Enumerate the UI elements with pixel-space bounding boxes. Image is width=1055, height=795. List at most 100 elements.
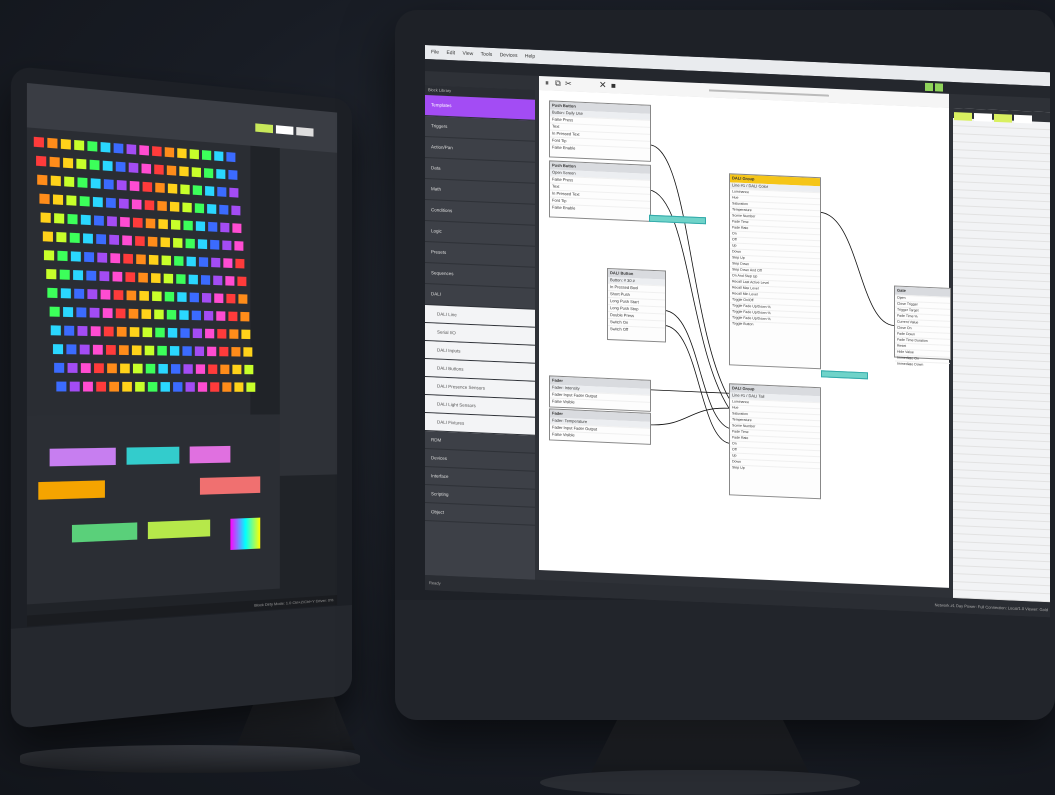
- left-properties-panel: [279, 148, 338, 476]
- node-port[interactable]: Switch Off: [608, 324, 665, 335]
- pixel-fixture: [84, 251, 95, 263]
- timeline-clip[interactable]: [147, 519, 211, 540]
- tab-editor[interactable]: [954, 112, 972, 121]
- pixel-fixture: [229, 329, 239, 339]
- menu-edit[interactable]: Edit: [446, 46, 455, 60]
- pause-icon[interactable]: ⏸: [545, 78, 549, 88]
- pixel-fixture: [120, 363, 130, 374]
- pixel-fixture: [232, 364, 242, 375]
- pixel-fixture: [241, 329, 251, 340]
- pixel-fixture: [136, 254, 146, 265]
- pixel-fixture: [212, 275, 222, 286]
- pixel-fixture: [142, 327, 153, 338]
- pixel-fixture: [89, 307, 99, 318]
- pixel-fixture: [49, 306, 60, 317]
- pixel-fixture: [185, 382, 195, 392]
- timeline-clip[interactable]: [199, 476, 261, 495]
- pixel-fixture: [139, 145, 149, 156]
- pixel-fixture: [152, 146, 162, 157]
- pixel-fixture: [95, 234, 106, 245]
- pixel-fixture: [69, 232, 80, 244]
- node-dali-button[interactable]: DALI Button Button: # 30 # In Pressed Bo…: [607, 267, 666, 343]
- pixel-fixture: [186, 256, 196, 267]
- pixel-grid-viewport[interactable]: [26, 127, 255, 416]
- copy-icon[interactable]: ⧉: [555, 79, 561, 89]
- pixel-fixture: [107, 363, 117, 374]
- zoom-slider[interactable]: [709, 89, 829, 97]
- pixel-fixture: [82, 233, 93, 244]
- timeline-clip[interactable]: [49, 447, 116, 467]
- pixel-fixture: [49, 156, 60, 168]
- pixel-fixture: [174, 256, 184, 266]
- menu-help[interactable]: Help: [525, 49, 535, 63]
- pixel-fixture: [134, 235, 145, 247]
- right-monitor: File Edit View Tools Devices Help Block …: [395, 10, 1055, 720]
- node-canvas[interactable]: Push Button Button: Daily Use False Pres…: [539, 89, 951, 588]
- pixel-fixture: [215, 311, 225, 321]
- timeline[interactable]: [26, 414, 280, 605]
- left-tab-3[interactable]: [296, 127, 314, 137]
- pixel-fixture: [102, 308, 112, 319]
- pixel-fixture: [55, 381, 66, 392]
- node-fader-1[interactable]: Fader Fader: Intensity Fader Input Fader…: [549, 375, 651, 412]
- timeline-clip[interactable]: [126, 446, 180, 465]
- timeline-clip[interactable]: [38, 480, 105, 500]
- pixel-fixture: [156, 200, 167, 212]
- pixel-fixture: [57, 250, 68, 262]
- node-fader-2[interactable]: Fader Fader: Temperature Fader Input Fad…: [549, 408, 651, 445]
- pixel-fixture: [110, 253, 121, 264]
- timeline-clip[interactable]: [71, 522, 138, 543]
- pixel-fixture: [65, 195, 76, 206]
- node-push-button-2[interactable]: Push Button Open Screen False Press Text…: [549, 160, 651, 222]
- pixel-fixture: [155, 182, 165, 193]
- tab-animation[interactable]: [994, 113, 1012, 123]
- pixel-fixture: [59, 269, 70, 280]
- left-tab-2[interactable]: [275, 125, 294, 135]
- pixel-fixture: [92, 196, 103, 208]
- pixel-fixture: [116, 180, 127, 191]
- pixel-fixture: [102, 160, 112, 172]
- sidebar-item[interactable]: Object: [425, 503, 535, 526]
- pixel-fixture: [144, 200, 154, 211]
- left-tab-1[interactable]: [255, 123, 273, 134]
- pixel-fixture: [69, 381, 80, 392]
- cut-icon[interactable]: ✂: [565, 79, 572, 88]
- pixel-fixture: [98, 271, 109, 282]
- pixel-fixture: [203, 310, 213, 321]
- pixel-fixture: [167, 183, 178, 194]
- timeline-clip[interactable]: [230, 517, 261, 550]
- pixel-fixture: [65, 344, 76, 355]
- pixel-fixture: [52, 344, 63, 355]
- pixel-fixture: [62, 306, 73, 318]
- menu-file[interactable]: File: [431, 45, 439, 59]
- close-icon[interactable]: ✕: [599, 80, 607, 91]
- pixel-fixture: [97, 252, 108, 263]
- pixel-fixture: [75, 307, 86, 318]
- pixel-fixture: [152, 291, 162, 302]
- stop-button[interactable]: [935, 83, 943, 92]
- pixel-fixture: [180, 184, 190, 195]
- tab-content[interactable]: [974, 112, 992, 122]
- pixel-fixture: [197, 239, 207, 250]
- pixel-fixture: [194, 203, 204, 214]
- run-button[interactable]: [925, 82, 933, 92]
- pixel-fixture: [80, 214, 91, 226]
- save-icon[interactable]: ■: [611, 81, 616, 90]
- pixel-fixture: [80, 363, 91, 374]
- pixel-fixture: [107, 216, 117, 227]
- node-push-button-1[interactable]: Push Button Button: Daily Use False Pres…: [549, 100, 651, 162]
- pixel-fixture: [140, 309, 151, 320]
- tab-project[interactable]: [1014, 114, 1032, 124]
- node-gate[interactable]: Gate Open Close Trigger Trigger Target Fade…: [894, 285, 951, 369]
- pixel-fixture: [82, 381, 93, 392]
- pixel-fixture: [206, 346, 216, 357]
- node-dali-group-2[interactable]: DALI Group Line #1 / DALI Tail Luminance…: [729, 383, 821, 500]
- node-dali-group[interactable]: DALI Group Line #1 / DALI Color Luminanc…: [729, 173, 821, 370]
- menu-devices[interactable]: Devices: [500, 48, 518, 63]
- menu-view[interactable]: View: [462, 47, 473, 61]
- menu-tools[interactable]: Tools: [481, 47, 493, 62]
- pixel-fixture: [60, 288, 71, 299]
- pixel-fixture: [64, 176, 75, 187]
- timeline-clip[interactable]: [189, 445, 231, 464]
- pixel-fixture: [178, 166, 189, 177]
